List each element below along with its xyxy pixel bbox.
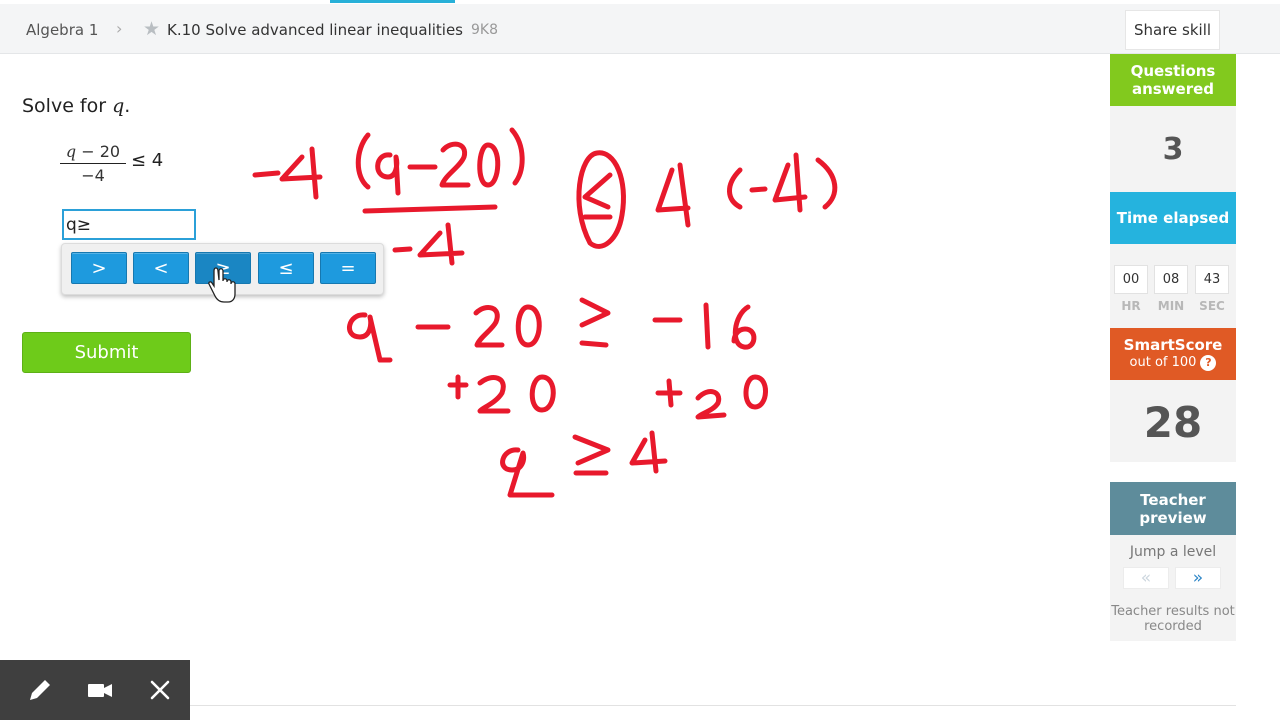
teacher-preview-header: Teacher preview <box>1110 482 1236 535</box>
ink-stroke <box>727 167 743 210</box>
ink-stroke <box>695 389 727 420</box>
inequality-fraction: q − 20 −4 <box>60 142 126 185</box>
ink-stroke <box>447 374 469 400</box>
ink-stroke <box>572 434 611 476</box>
chevron-right-icon: › <box>116 19 123 38</box>
jump-level-label: Jump a level <box>1129 544 1217 560</box>
submit-button[interactable]: Submit <box>22 332 191 373</box>
ink-stroke <box>347 312 393 363</box>
close-icon[interactable] <box>145 675 175 705</box>
video-camera-icon[interactable] <box>85 675 115 705</box>
jump-back-button[interactable]: « <box>1123 567 1169 589</box>
question-prompt: Solve for q. <box>22 95 130 117</box>
prompt-period: . <box>124 95 131 117</box>
ink-stroke <box>579 297 611 348</box>
less-than-button[interactable]: < <box>133 252 189 284</box>
skill-title: K.10 Solve advanced linear inequalities <box>167 21 464 39</box>
numerator-rest: − 20 <box>76 142 121 161</box>
ink-stroke <box>375 152 401 196</box>
whiteboard-annotation <box>252 127 838 498</box>
numerator-variable: q <box>65 142 77 161</box>
fraction-numerator: q − 20 <box>60 142 126 164</box>
ink-stroke <box>655 162 691 228</box>
time-seconds: 43 <box>1195 265 1229 294</box>
ink-stroke <box>417 222 465 266</box>
questions-answered-header: Questions answered <box>1110 54 1236 106</box>
ink-stroke <box>655 378 683 408</box>
inequality-right-side: ≤ 4 <box>131 150 164 171</box>
top-accent <box>330 0 455 3</box>
questions-answered-value: 3 <box>1162 132 1184 167</box>
smartscore-subtitle: out of 100 ? <box>1110 354 1236 372</box>
hand-cursor-icon <box>208 267 236 303</box>
time-minutes: 08 <box>1154 265 1188 294</box>
ink-stroke <box>473 305 505 348</box>
smartscore-out-of: out of 100 <box>1129 355 1197 370</box>
ink-stroke <box>362 204 498 214</box>
prompt-variable: q <box>112 95 125 117</box>
greater-than-button[interactable]: > <box>71 252 127 284</box>
fraction-denominator: −4 <box>81 166 105 185</box>
breadcrumb-course-link[interactable]: Algebra 1 <box>26 21 98 39</box>
ink-stroke <box>743 374 768 410</box>
questions-answered-panel: 3 <box>1110 106 1236 192</box>
hours-label: HR <box>1121 299 1141 313</box>
ink-stroke <box>509 127 525 186</box>
recording-toolbar <box>0 660 190 720</box>
ink-stroke <box>392 246 413 253</box>
time-elapsed-panel: 00 08 43 HR MIN SEC <box>1110 244 1236 328</box>
breadcrumb: Algebra 1 › ★ K.10 Solve advanced linear… <box>0 4 1280 54</box>
skill-code: 9K8 <box>471 22 498 38</box>
ink-stroke <box>815 157 838 210</box>
teacher-results-note: Teacher results not recorded <box>1111 604 1235 634</box>
jump-forward-button[interactable]: » <box>1175 567 1221 589</box>
ink-stroke <box>529 374 556 413</box>
answer-input[interactable] <box>62 209 196 240</box>
seconds-label: SEC <box>1199 299 1225 313</box>
ink-stroke <box>477 375 511 414</box>
smartscore-header: SmartScore out of 100 ? <box>1110 328 1236 380</box>
ink-stroke <box>355 132 371 190</box>
ink-stroke <box>582 172 613 220</box>
ink-stroke <box>279 146 323 200</box>
ink-stroke <box>731 304 757 350</box>
ink-stroke <box>629 430 668 474</box>
star-icon[interactable]: ★ <box>143 18 160 40</box>
smartscore-label: SmartScore <box>1123 336 1223 354</box>
ink-stroke <box>515 304 542 348</box>
ink-stroke <box>500 447 555 498</box>
ink-stroke <box>477 142 501 188</box>
pen-icon[interactable] <box>25 675 55 705</box>
ink-stroke <box>439 141 471 188</box>
smartscore-value: 28 <box>1143 398 1203 447</box>
ink-stroke <box>772 152 808 213</box>
question-circle-icon[interactable]: ? <box>1200 355 1217 371</box>
smartscore-panel: 28 <box>1110 380 1236 462</box>
ink-stroke <box>703 302 711 350</box>
time-elapsed-header: Time elapsed <box>1110 192 1236 244</box>
ink-stroke <box>252 170 281 178</box>
minutes-label: MIN <box>1157 299 1185 313</box>
ink-stroke <box>749 186 768 193</box>
bottom-divider <box>190 705 1236 706</box>
teacher-preview-panel: Jump a level « » Teacher results not rec… <box>1110 535 1236 641</box>
share-skill-button[interactable]: Share skill <box>1125 10 1220 50</box>
prompt-text: Solve for <box>22 95 113 117</box>
time-hours: 00 <box>1114 265 1148 294</box>
